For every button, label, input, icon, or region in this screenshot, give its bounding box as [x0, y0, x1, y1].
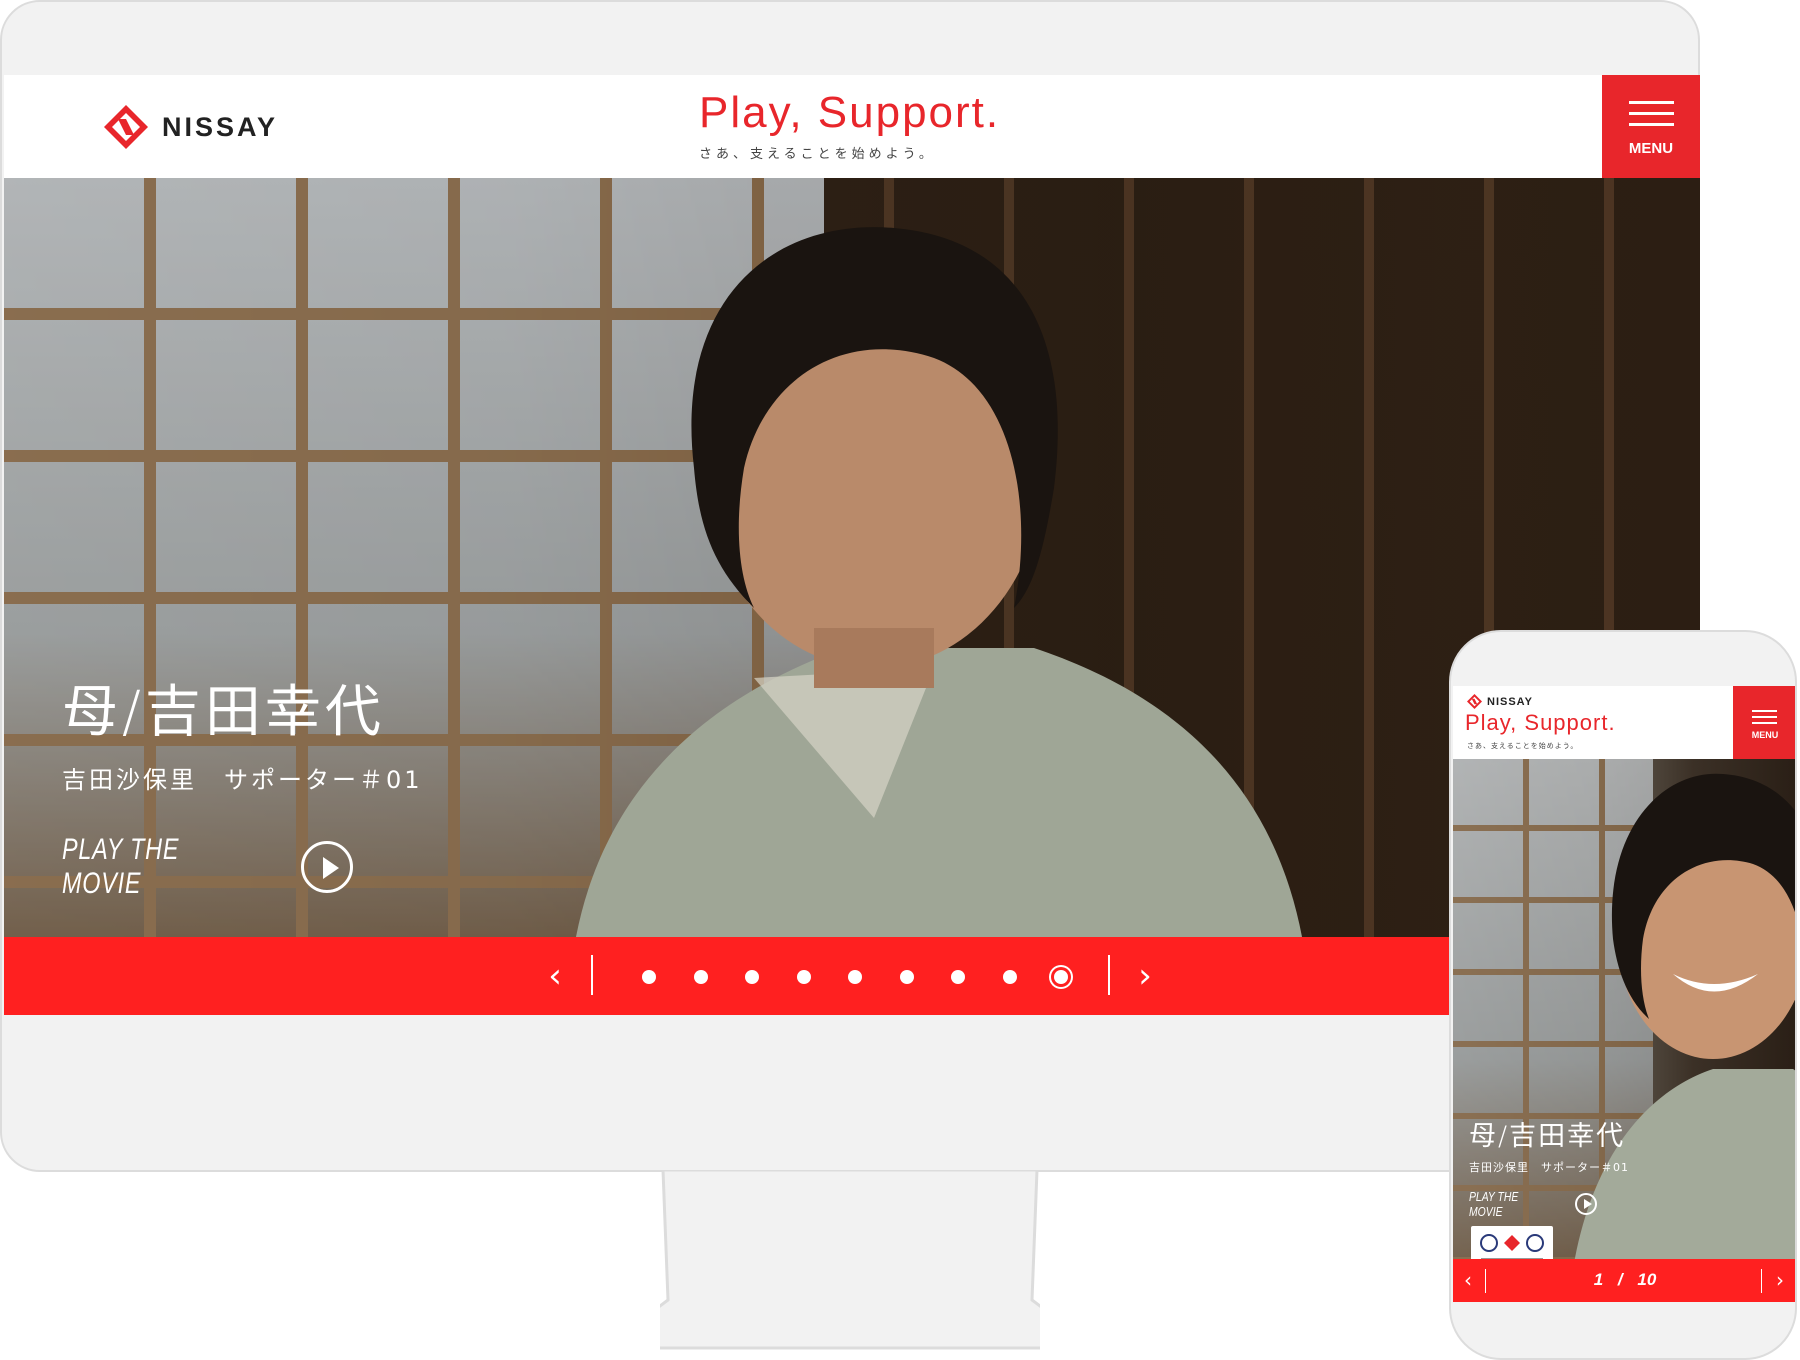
- pager-divider: [1108, 955, 1110, 995]
- pager-dot[interactable]: [1054, 970, 1068, 984]
- pager-dot[interactable]: [899, 970, 914, 984]
- play-movie-label: PLAY THE MOVIE: [62, 833, 180, 900]
- phone-header: NISSAY Play, Support. さあ、支えることを始めよう。 MEN…: [1453, 686, 1795, 759]
- desktop-screen: NISSAY Play, Support. さあ、支えることを始めよう。 MEN…: [4, 75, 1700, 1015]
- slide-separator: /: [1617, 1270, 1623, 1289]
- phone-slide-pager: ‹ 1 / 10 ›: [1453, 1259, 1795, 1302]
- tagline-sub: さあ、支えることを始めよう。: [1467, 742, 1579, 750]
- hero-caption: 母/吉田幸代 吉田沙保里 サポーター＃01 PLAY THE MOVIE: [62, 678, 423, 901]
- play-movie-button[interactable]: PLAY THE MOVIE: [1469, 1189, 1629, 1219]
- desktop-header: NISSAY Play, Support. さあ、支えることを始めよう。 MEN…: [4, 75, 1700, 178]
- sponsor-emblem-badge: [1471, 1226, 1553, 1259]
- play-movie-label: PLAY THE MOVIE: [1469, 1189, 1519, 1219]
- hero-portrait-photo: [576, 227, 1302, 937]
- hero-subtitle: 吉田沙保里 サポーター＃01: [62, 766, 423, 794]
- tagline[interactable]: Play, Support. さあ、支えることを始めよう。: [699, 85, 1000, 162]
- desktop-slide-pager: ‹ ›: [4, 937, 1454, 1015]
- nissay-mark-icon: [1467, 694, 1482, 709]
- nissay-wordmark: NISSAY: [1487, 695, 1533, 708]
- tagline-main: Play, Support.: [699, 88, 1001, 137]
- nissay-wordmark: NISSAY: [162, 111, 279, 142]
- pager-dot[interactable]: [745, 970, 759, 984]
- pager-dot[interactable]: [642, 970, 656, 984]
- hero-subtitle: 吉田沙保里 サポーター＃01: [1469, 1161, 1629, 1174]
- phone-frame: NISSAY Play, Support. さあ、支えることを始めよう。 MEN…: [1449, 630, 1797, 1360]
- pager-dot[interactable]: [1002, 970, 1017, 984]
- pager-divider: [591, 955, 593, 995]
- hero-slide: 母/吉田幸代 吉田沙保里 サポーター＃01 PLAY THE MOVIE: [1453, 759, 1795, 1259]
- chevron-right-icon[interactable]: ›: [1769, 1267, 1791, 1293]
- phone-screen: NISSAY Play, Support. さあ、支えることを始めよう。 MEN…: [1453, 686, 1795, 1302]
- menu-label: MENU: [1751, 730, 1779, 740]
- slide-counter: 1 / 10: [1453, 1270, 1795, 1290]
- menu-button[interactable]: MENU: [1602, 75, 1700, 178]
- hero-title: 母/吉田幸代: [1469, 1121, 1626, 1152]
- slide-current: 1: [1593, 1270, 1604, 1289]
- play-circle-icon: [1575, 1193, 1597, 1215]
- nissay-logo[interactable]: NISSAY: [104, 105, 278, 149]
- hero-title: 母/吉田幸代: [62, 680, 385, 745]
- tagline-sub: さあ、支えることを始めよう。: [699, 147, 936, 162]
- pager-dot[interactable]: [693, 970, 708, 984]
- pager-dot[interactable]: [796, 970, 811, 984]
- play-circle-icon: [301, 841, 353, 893]
- menu-label: MENU: [1628, 140, 1674, 157]
- pager-dot[interactable]: [951, 970, 965, 984]
- chevron-right-icon[interactable]: ›: [1128, 957, 1162, 995]
- pager-divider: [1761, 1269, 1762, 1293]
- hero-caption: 母/吉田幸代 吉田沙保里 サポーター＃01 PLAY THE MOVIE: [1469, 1114, 1629, 1219]
- hamburger-icon: [1752, 710, 1777, 728]
- hamburger-icon: [1629, 101, 1674, 134]
- play-movie-button[interactable]: PLAY THE MOVIE: [62, 833, 423, 901]
- chevron-left-icon[interactable]: ‹: [538, 957, 572, 995]
- nissay-logo[interactable]: NISSAY: [1467, 694, 1533, 709]
- slide-total: 10: [1637, 1270, 1657, 1289]
- monitor-stand: [660, 1170, 1040, 1350]
- menu-button[interactable]: MENU: [1733, 686, 1795, 759]
- nissay-mark-icon: [104, 105, 148, 149]
- mockup-stage: NISSAY Play, Support. さあ、支えることを始めよう。 MEN…: [0, 0, 1800, 1360]
- tagline-main[interactable]: Play, Support.: [1465, 710, 1616, 736]
- pager-dot[interactable]: [848, 970, 862, 984]
- desktop-monitor-frame: NISSAY Play, Support. さあ、支えることを始めよう。 MEN…: [0, 0, 1700, 1172]
- hero-slide: 母/吉田幸代 吉田沙保里 サポーター＃01 PLAY THE MOVIE: [4, 178, 1700, 937]
